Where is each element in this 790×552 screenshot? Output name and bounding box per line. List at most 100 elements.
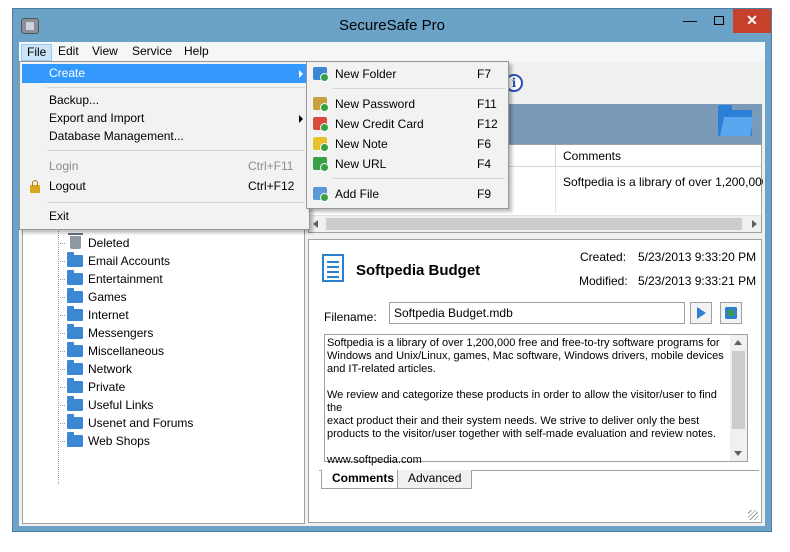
column-divider [555, 167, 556, 213]
created-label: Created: [580, 250, 627, 264]
scroll-up-icon[interactable] [734, 340, 742, 345]
tree-item-email-accounts[interactable]: Email Accounts [67, 251, 171, 270]
comments-textarea[interactable]: Softpedia is a library of over 1,200,000… [324, 334, 748, 466]
resize-grip[interactable] [748, 510, 758, 520]
folder-icon [67, 287, 83, 303]
tree-connector [58, 315, 66, 316]
tree-item-network[interactable]: Network [67, 359, 132, 378]
list-cell-comments[interactable]: Softpedia is a library of over 1,200,000 [563, 175, 763, 189]
tree-item-entertainment[interactable]: Entertainment [67, 269, 163, 288]
tree-item-usenet-forums[interactable]: Usenet and Forums [67, 413, 193, 432]
scroll-left-icon[interactable] [313, 220, 318, 228]
scrollbar-thumb[interactable] [732, 351, 745, 429]
menu-item-new-folder[interactable]: New Folder F7 [309, 64, 506, 84]
close-button[interactable]: ✕ [733, 9, 771, 33]
folder-icon [67, 251, 83, 267]
minimize-button[interactable]: — [675, 9, 705, 33]
new-credit-card-icon [313, 117, 329, 132]
tree-item-label: Entertainment [88, 272, 163, 286]
filename-field[interactable]: Softpedia Budget.mdb [389, 302, 685, 324]
detail-tabs: Comments Advanced [319, 470, 759, 492]
tree-connector [58, 225, 59, 485]
tab-advanced[interactable]: Advanced [397, 470, 473, 489]
folder-icon [67, 377, 83, 393]
menu-item-new-note[interactable]: New Note F6 [309, 134, 506, 154]
open-folder-icon [718, 105, 752, 136]
menu-item-exit[interactable]: Exit [22, 207, 307, 226]
tab-comments[interactable]: Comments [321, 470, 406, 489]
add-file-icon [313, 187, 329, 202]
menu-item-export-import[interactable]: Export and Import [22, 109, 307, 128]
new-password-icon [313, 97, 329, 112]
menu-help[interactable]: Help [179, 44, 214, 61]
menu-item-database-management[interactable]: Database Management... [22, 127, 307, 146]
maximize-button[interactable] [705, 9, 733, 33]
menu-item-new-credit-card[interactable]: New Credit Card F12 [309, 114, 506, 134]
new-folder-icon [313, 67, 329, 82]
menu-separator [333, 178, 505, 179]
maximize-icon [714, 16, 724, 25]
tree-item-internet[interactable]: Internet [67, 305, 129, 324]
menu-item-label: Export and Import [49, 111, 145, 125]
tree-item-games[interactable]: Games [67, 287, 127, 306]
tree-connector [58, 279, 66, 280]
tree-item-label: Internet [88, 308, 129, 322]
menu-item-label: New Note [335, 137, 388, 151]
menu-item-logout[interactable]: Logout Ctrl+F12 [22, 177, 307, 196]
menu-view[interactable]: View [87, 44, 123, 61]
menu-item-new-url[interactable]: New URL F4 [309, 154, 506, 174]
menu-separator [47, 202, 305, 203]
menu-item-add-file[interactable]: Add File F9 [309, 184, 506, 204]
vertical-scrollbar[interactable] [730, 335, 747, 461]
menu-item-label: Create [49, 66, 86, 80]
folder-icon [67, 395, 83, 411]
folder-icon [67, 269, 83, 285]
created-value: 5/23/2013 9:33:20 PM [638, 250, 757, 264]
horizontal-scrollbar[interactable] [309, 215, 761, 232]
folder-icon [67, 305, 83, 321]
app-window: SecureSafe Pro — ✕ File Edit View Servic… [0, 0, 790, 552]
menu-item-shortcut: F11 [477, 97, 497, 111]
tree-item-private[interactable]: Private [67, 377, 125, 396]
menu-item-create[interactable]: Create [22, 64, 307, 83]
menu-item-backup[interactable]: Backup... [22, 91, 307, 110]
tree-item-deleted[interactable]: Deleted [67, 233, 130, 252]
tree-connector [58, 405, 66, 406]
entry-detail-panel: Softpedia Budget Created: 5/23/2013 9:33… [308, 239, 762, 523]
column-divider[interactable] [555, 145, 556, 167]
scroll-right-icon[interactable] [752, 220, 757, 228]
menu-file[interactable]: File [21, 44, 53, 61]
save-file-button[interactable] [720, 302, 742, 324]
tree-connector [58, 351, 66, 352]
column-header-comments[interactable]: Comments [563, 149, 621, 163]
tree-item-miscellaneous[interactable]: Miscellaneous [67, 341, 165, 360]
menu-item-new-password[interactable]: New Password F11 [309, 94, 506, 114]
menu-service[interactable]: Service [127, 44, 177, 61]
menu-item-shortcut: F7 [477, 67, 492, 81]
scroll-down-icon[interactable] [734, 451, 742, 456]
tree-connector [58, 387, 66, 388]
menu-item-label: Exit [49, 209, 70, 223]
new-note-icon [313, 137, 329, 152]
tree-item-label: Email Accounts [88, 254, 171, 268]
submenu-arrow-icon [299, 70, 303, 78]
scrollbar-thumb[interactable] [326, 218, 742, 230]
modified-value: 5/23/2013 9:33:21 PM [638, 274, 757, 288]
tree-connector [58, 333, 66, 334]
tree-item-label: Miscellaneous [88, 344, 165, 358]
tree-connector [58, 297, 66, 298]
file-menu-dropdown: Create Backup... Export and Import Datab… [19, 61, 310, 230]
title-bar[interactable]: SecureSafe Pro — ✕ [13, 9, 771, 43]
tree-item-web-shops[interactable]: Web Shops [67, 431, 150, 450]
menu-item-label: Add File [335, 187, 380, 201]
tree-item-useful-links[interactable]: Useful Links [67, 395, 154, 414]
tree-item-label: Deleted [88, 236, 130, 250]
open-file-button[interactable] [690, 302, 712, 324]
tree-item-label: Games [88, 290, 127, 304]
menu-item-label: Login [49, 159, 79, 173]
menu-item-label: New Credit Card [335, 117, 424, 131]
tree-item-label: Useful Links [88, 398, 154, 412]
tree-item-messengers[interactable]: Messengers [67, 323, 153, 342]
menu-edit[interactable]: Edit [53, 44, 84, 61]
folder-icon [67, 341, 83, 357]
